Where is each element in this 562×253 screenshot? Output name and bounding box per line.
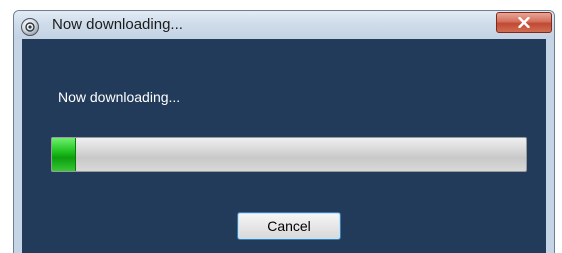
download-dialog-window: Now downloading... Now downloading... Ca… xyxy=(13,10,555,253)
window-title: Now downloading... xyxy=(52,16,183,33)
progress-fill xyxy=(52,138,76,171)
download-progress-bar xyxy=(51,137,527,172)
close-button[interactable] xyxy=(496,12,552,33)
status-message: Now downloading... xyxy=(58,89,181,105)
title-bar[interactable]: Now downloading... xyxy=(14,11,554,39)
dialog-content: Now downloading... Cancel xyxy=(22,39,546,253)
app-logo-icon xyxy=(21,18,39,36)
close-icon xyxy=(518,17,530,28)
cancel-button[interactable]: Cancel xyxy=(237,212,341,240)
